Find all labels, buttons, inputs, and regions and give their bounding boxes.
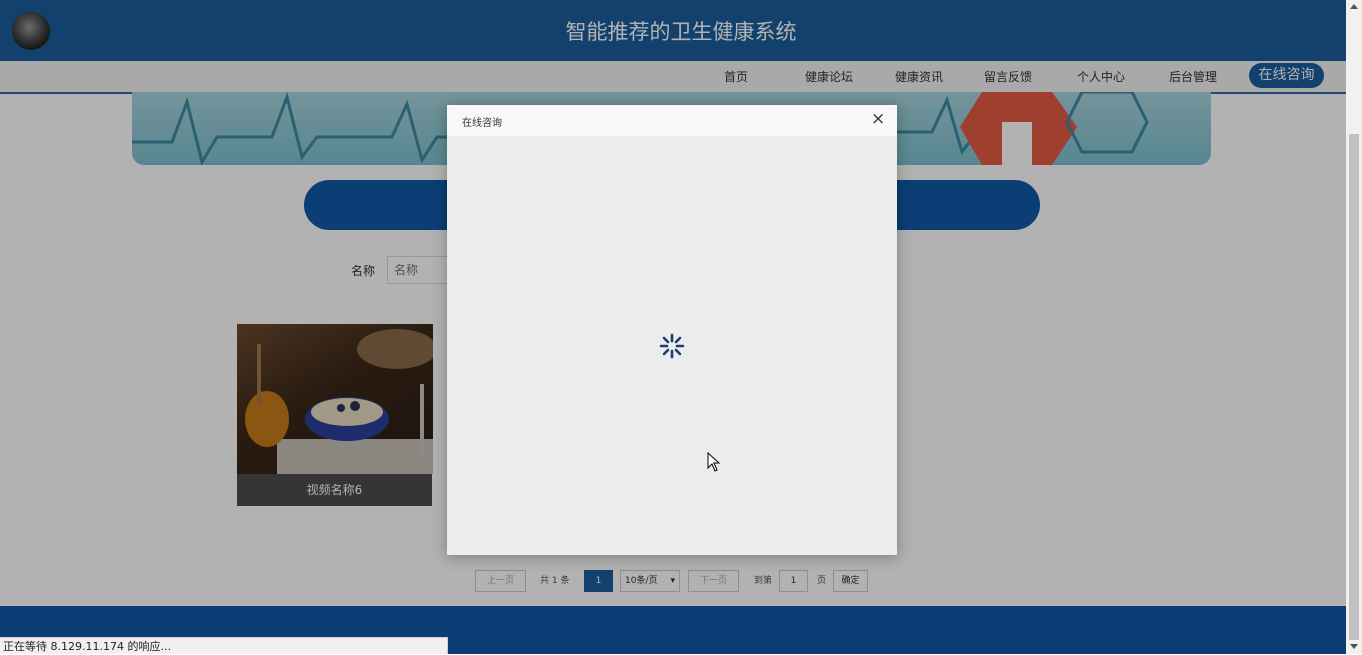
dialog-header: 在线咨询 × (447, 105, 897, 137)
browser-status-bar: 正在等待 8.129.11.174 的响应... (0, 637, 448, 654)
scroll-thumb[interactable] (1349, 134, 1359, 640)
scroll-up-icon[interactable] (1350, 4, 1358, 9)
mouse-cursor-icon (707, 452, 721, 472)
consult-dialog: 在线咨询 × (447, 105, 897, 555)
scroll-down-icon[interactable] (1350, 644, 1358, 649)
scrollbar[interactable] (1346, 0, 1362, 654)
close-icon[interactable]: × (871, 109, 885, 129)
dialog-title: 在线咨询 (462, 118, 502, 129)
spinner-icon (659, 333, 685, 359)
